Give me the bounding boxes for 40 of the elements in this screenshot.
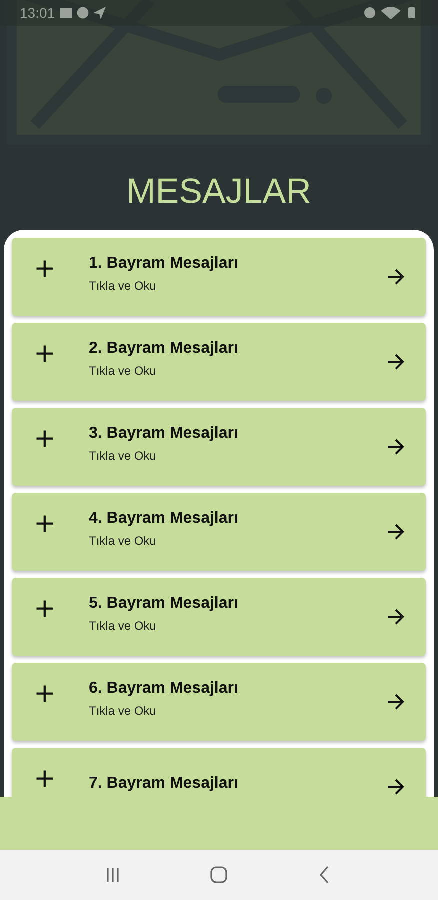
message-card[interactable]: + 1. Bayram Mesajları Tıkla ve Oku xyxy=(12,238,426,316)
card-title: 5. Bayram Mesajları xyxy=(89,595,240,613)
message-card[interactable]: + 5. Bayram Mesajları Tıkla ve Oku xyxy=(12,578,426,656)
message-card[interactable]: + 3. Bayram Mesajları Tıkla ve Oku xyxy=(12,408,426,486)
card-title: 2. Bayram Mesajları xyxy=(89,340,240,358)
plus-icon: + xyxy=(34,256,54,282)
arrow-right-icon xyxy=(386,522,406,542)
card-subtitle: Tıkla ve Oku xyxy=(89,279,158,293)
page-title: MESAJLAR xyxy=(126,172,312,212)
arrow-right-icon xyxy=(386,607,406,627)
message-card[interactable]: + 4. Bayram Mesajları Tıkla ve Oku xyxy=(12,493,426,571)
arrow-right-icon xyxy=(386,267,406,287)
plus-icon: + xyxy=(34,766,54,792)
card-title: 7. Bayram Mesajları xyxy=(89,775,240,793)
card-title: 4. Bayram Mesajları xyxy=(89,510,240,528)
home-icon[interactable] xyxy=(209,865,229,885)
send-icon xyxy=(94,7,106,19)
arrow-right-icon xyxy=(386,352,406,372)
message-card[interactable]: + 2. Bayram Mesajları Tıkla ve Oku xyxy=(12,323,426,401)
card-title: 6. Bayram Mesajları xyxy=(89,680,240,698)
card-subtitle: Tıkla ve Oku xyxy=(89,534,158,548)
card-subtitle: Tıkla ve Oku xyxy=(89,704,158,718)
arrow-right-icon xyxy=(386,437,406,457)
message-card[interactable]: + 6. Bayram Mesajları Tıkla ve Oku xyxy=(12,663,426,741)
wifi-icon xyxy=(381,7,401,19)
battery-icon xyxy=(406,7,418,19)
plus-icon: + xyxy=(34,681,54,707)
plus-icon: + xyxy=(34,511,54,537)
card-subtitle: Tıkla ve Oku xyxy=(89,619,158,633)
card-title: 3. Bayram Mesajları xyxy=(89,425,240,443)
arrow-right-icon xyxy=(386,777,406,797)
plus-icon: + xyxy=(34,426,54,452)
card-subtitle: Tıkla ve Oku xyxy=(89,449,158,463)
status-time: 13:01 xyxy=(20,5,56,21)
message-card[interactable]: + 7. Bayram Mesajları xyxy=(12,748,426,797)
arrow-right-icon xyxy=(386,692,406,712)
plus-icon: + xyxy=(34,596,54,622)
card-subtitle: Tıkla ve Oku xyxy=(89,364,158,378)
card-title: 1. Bayram Mesajları xyxy=(89,255,240,273)
plus-icon: + xyxy=(34,341,54,367)
